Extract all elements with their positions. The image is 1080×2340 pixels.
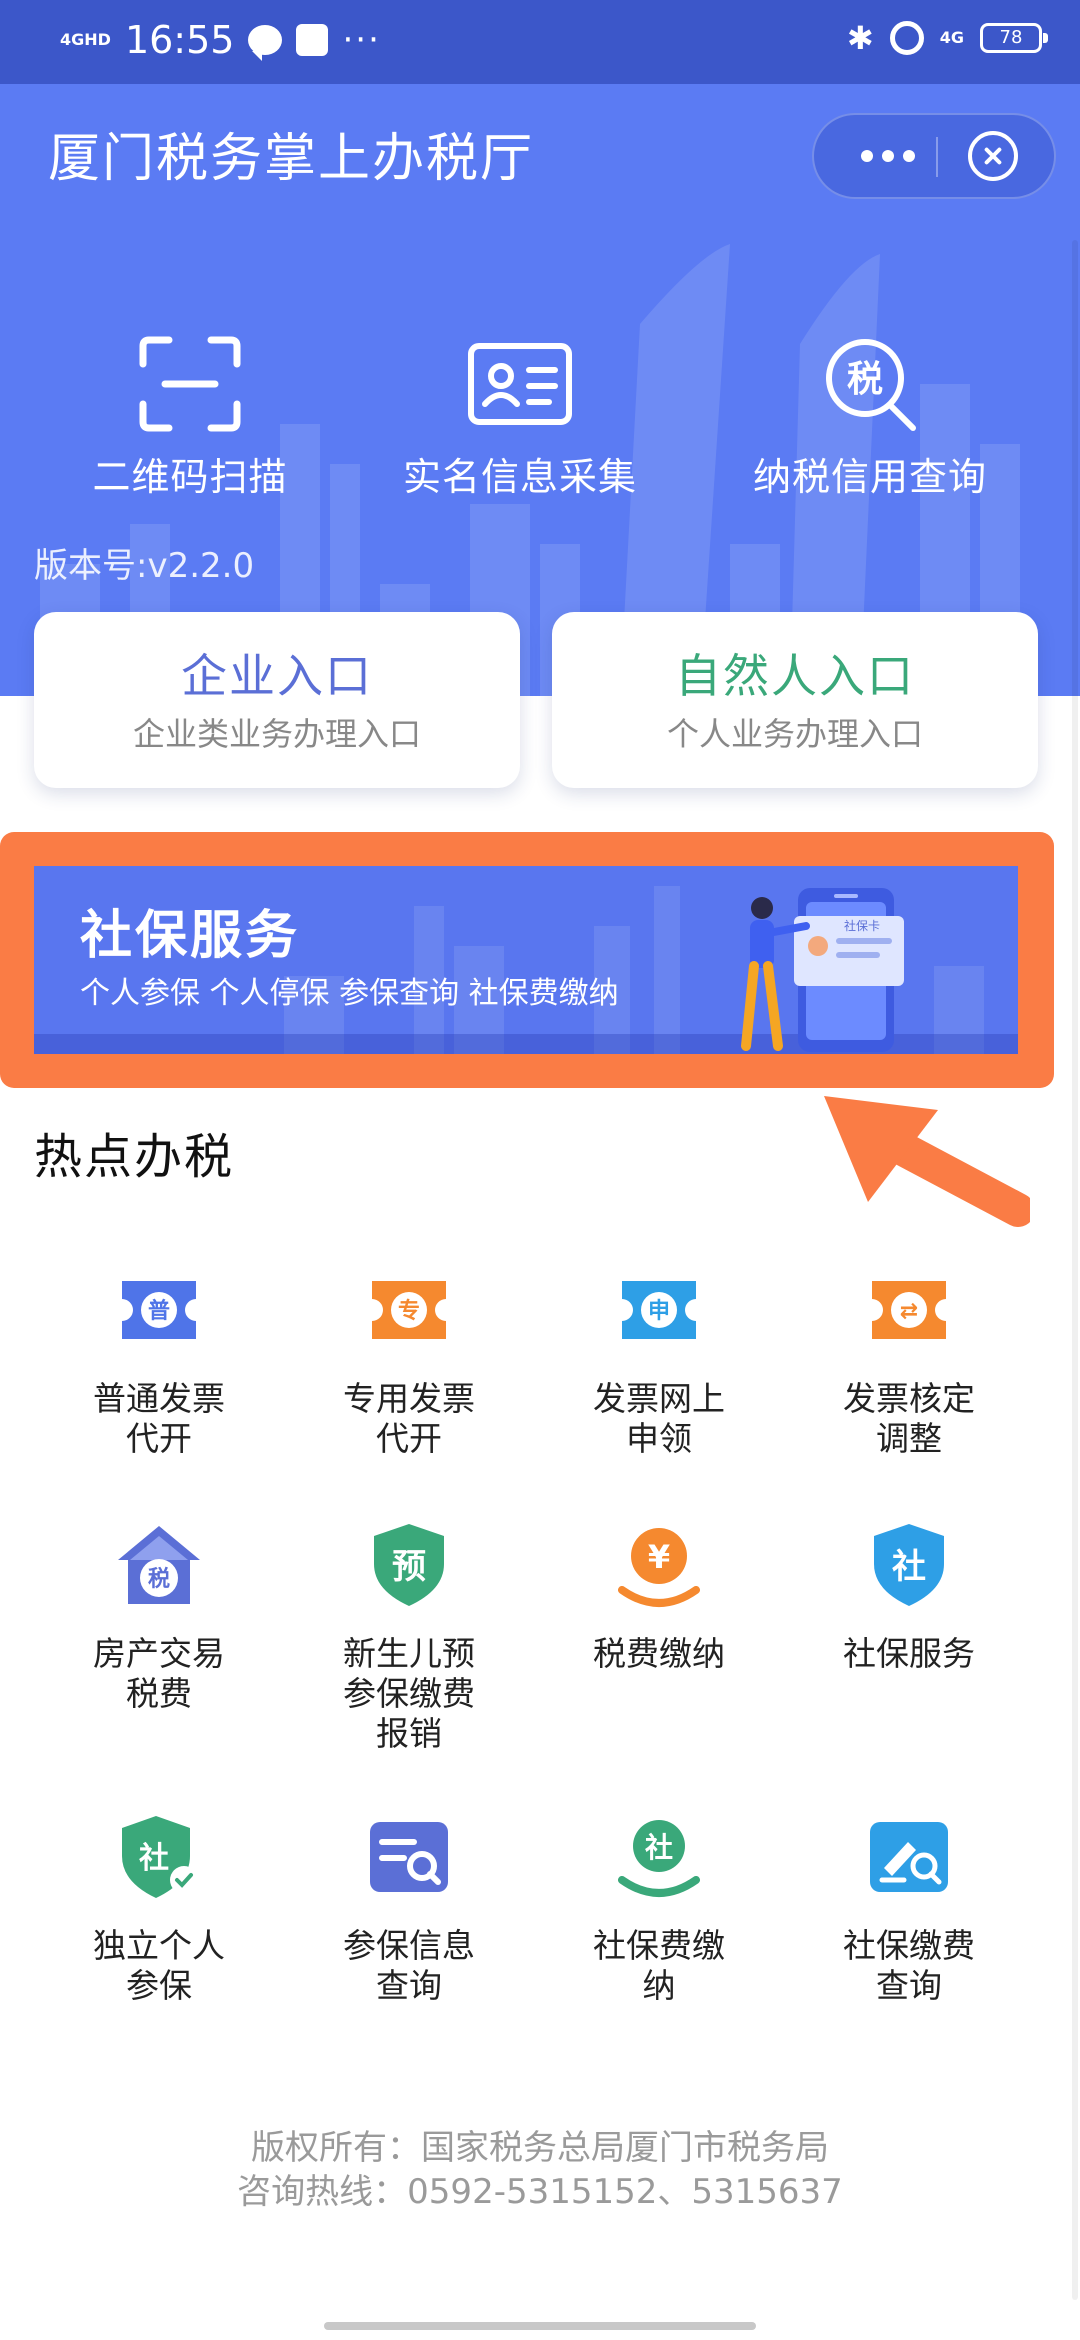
invoice-adjust-icon: ⇄ xyxy=(872,1281,946,1339)
tax-search-icon: 税 xyxy=(826,339,916,431)
grid-item-house-tax[interactable]: 税 房产交易 税费 xyxy=(34,1520,284,1714)
svg-text:社: 社 xyxy=(892,1547,926,1587)
grid-item-special-invoice[interactable]: 专 专用发票 代开 xyxy=(284,1265,534,1459)
svg-text:¥: ¥ xyxy=(648,1538,670,1576)
svg-text:社: 社 xyxy=(645,1831,673,1864)
version-text: 版本号:v2.2.0 xyxy=(34,546,255,586)
invoice-icon: 专 xyxy=(372,1281,446,1339)
grid-item-label: 社保费缴 纳 xyxy=(593,1926,725,2005)
app-notification-icon xyxy=(296,24,329,56)
grid-item-label: 普通发票 代开 xyxy=(93,1379,225,1458)
svg-text:⇄: ⇄ xyxy=(900,1299,918,1324)
house-tax-icon: 税 xyxy=(118,1526,200,1604)
individual-entry-title: 自然人入口 xyxy=(675,649,915,703)
svg-text:税: 税 xyxy=(148,1566,170,1592)
newborn-shield-icon: 预 xyxy=(374,1524,444,1606)
individual-insurance-icon: 社 xyxy=(122,1816,198,1898)
grid-item-label: 新生儿预 参保缴费 报销 xyxy=(343,1634,475,1753)
grid-item-tax-payment[interactable]: ¥ 税费缴纳 xyxy=(534,1520,784,1674)
grid-item-social-payment[interactable]: 社 社保费缴 纳 xyxy=(534,1812,784,2006)
qr-scan-button[interactable]: 二维码扫描 xyxy=(40,334,340,502)
scan-icon xyxy=(139,336,241,432)
grid-item-label: 发票网上 申领 xyxy=(593,1379,725,1458)
page-title: 厦门税务掌上办税厅 xyxy=(48,129,535,189)
alarm-icon xyxy=(889,21,924,55)
hotline-text: 咨询热线：0592-5315152、5315637 xyxy=(237,2172,843,2212)
home-indicator[interactable] xyxy=(324,2322,756,2330)
grid-item-invoice-apply[interactable]: 申 发票网上 申领 xyxy=(534,1265,784,1459)
grid-item-individual-insurance[interactable]: 社 独立个人 参保 xyxy=(34,1812,284,2006)
grid-item-label: 社保缴费 查询 xyxy=(843,1926,975,2005)
banner-title: 社保服务 xyxy=(80,906,301,966)
hot-section-title: 热点办税 xyxy=(34,1129,235,1185)
bluetooth-icon: ✱ xyxy=(846,19,874,57)
grid-item-label: 房产交易 税费 xyxy=(93,1634,225,1713)
insurance-search-icon xyxy=(370,1822,448,1892)
grid-item-label: 税费缴纳 xyxy=(593,1634,725,1673)
status-bar: 4GHD 16:55 ··· ✱ 4G 78 xyxy=(0,0,1080,84)
credit-query-button[interactable]: 税 纳税信用查询 xyxy=(720,334,1020,502)
svg-text:预: 预 xyxy=(392,1547,426,1587)
grid-item-insurance-query[interactable]: 参保信息 查询 xyxy=(284,1812,534,2006)
grid-item-label: 发票核定 调整 xyxy=(843,1379,975,1458)
more-dot-icon xyxy=(882,150,894,162)
svg-text:税: 税 xyxy=(847,359,883,400)
social-shield-icon: 社 xyxy=(874,1524,944,1606)
close-button[interactable] xyxy=(968,131,1018,181)
real-name-collect-button[interactable]: 实名信息采集 xyxy=(370,334,670,502)
svg-text:申: 申 xyxy=(648,1299,670,1324)
more-dot-icon xyxy=(903,150,915,162)
mini-program-capsule xyxy=(812,113,1056,199)
social-payment-icon: 社 xyxy=(618,1820,700,1897)
status-right: ✱ 4G 78 xyxy=(846,18,1048,58)
enterprise-entry-card[interactable]: 企业入口 企业类业务办理入口 xyxy=(34,612,520,788)
yuan-payment-icon: ¥ xyxy=(618,1528,700,1607)
svg-text:社: 社 xyxy=(139,1841,169,1876)
app-page: 4GHD 16:55 ··· ✱ 4G 78 厦门税务掌上办税厅 二维码扫描 实… xyxy=(0,0,1080,2340)
grid-item-label: 社保服务 xyxy=(843,1634,975,1673)
capsule-divider xyxy=(936,137,938,177)
invoice-icon: 普 xyxy=(122,1281,196,1339)
svg-text:普: 普 xyxy=(148,1298,170,1324)
grid-item-label: 参保信息 查询 xyxy=(343,1926,475,2005)
svg-text:专: 专 xyxy=(398,1298,420,1324)
grid-item-social-service[interactable]: 社 社保服务 xyxy=(784,1520,1034,1674)
banner-subtitle: 个人参保 个人停保 参保查询 社保费缴纳 xyxy=(80,976,619,1011)
more-notifications-icon: ··· xyxy=(342,20,381,60)
enterprise-entry-title: 企业入口 xyxy=(181,649,373,703)
payment-search-icon xyxy=(870,1822,948,1892)
svg-text:社保卡: 社保卡 xyxy=(844,918,880,933)
tool-label: 纳税信用查询 xyxy=(752,455,987,499)
enterprise-entry-subtitle: 企业类业务办理入口 xyxy=(132,715,421,753)
grid-item-label: 专用发票 代开 xyxy=(343,1379,475,1458)
social-security-banner[interactable]: 社保卡 社保服务 个人参保 个人停保 参保查询 社保费缴纳 xyxy=(34,866,1018,1054)
status-time: 16:55 xyxy=(124,18,235,62)
invoice-icon: 申 xyxy=(622,1281,696,1339)
message-icon xyxy=(248,25,283,61)
scrollbar[interactable] xyxy=(1072,240,1078,2300)
annotation-arrow-icon xyxy=(824,1096,1030,1227)
id-card-icon xyxy=(468,343,572,425)
mobile-network-icon: 4G xyxy=(939,28,964,47)
more-menu-button[interactable] xyxy=(840,115,936,197)
grid-item-label: 独立个人 参保 xyxy=(93,1926,225,2005)
individual-entry-subtitle: 个人业务办理入口 xyxy=(666,715,923,753)
battery-icon: 78 xyxy=(980,23,1048,53)
network-signal-icon: 4GHD xyxy=(60,30,111,49)
grid-item-invoice-adjust[interactable]: ⇄ 发票核定 调整 xyxy=(784,1265,1034,1459)
copyright-text: 版权所有：国家税务总局厦门市税务局 xyxy=(251,2128,829,2168)
grid-item-general-invoice[interactable]: 普 普通发票 代开 xyxy=(34,1265,284,1459)
tool-label: 二维码扫描 xyxy=(92,455,288,499)
tool-label: 实名信息采集 xyxy=(402,455,637,499)
individual-entry-card[interactable]: 自然人入口 个人业务办理入口 xyxy=(552,612,1038,788)
status-left: 4GHD 16:55 ··· xyxy=(60,18,381,62)
grid-item-payment-query[interactable]: 社保缴费 查询 xyxy=(784,1812,1034,2006)
more-dot-icon xyxy=(861,150,873,162)
footer: 版权所有：国家税务总局厦门市税务局 咨询热线：0592-5315152、5315… xyxy=(0,2126,1080,2214)
grid-item-newborn-insurance[interactable]: 预 新生儿预 参保缴费 报销 xyxy=(284,1520,534,1754)
header-banner: 厦门税务掌上办税厅 二维码扫描 实名信息采集 税 纳税信用查询 版本号:v2.2… xyxy=(0,84,1080,696)
